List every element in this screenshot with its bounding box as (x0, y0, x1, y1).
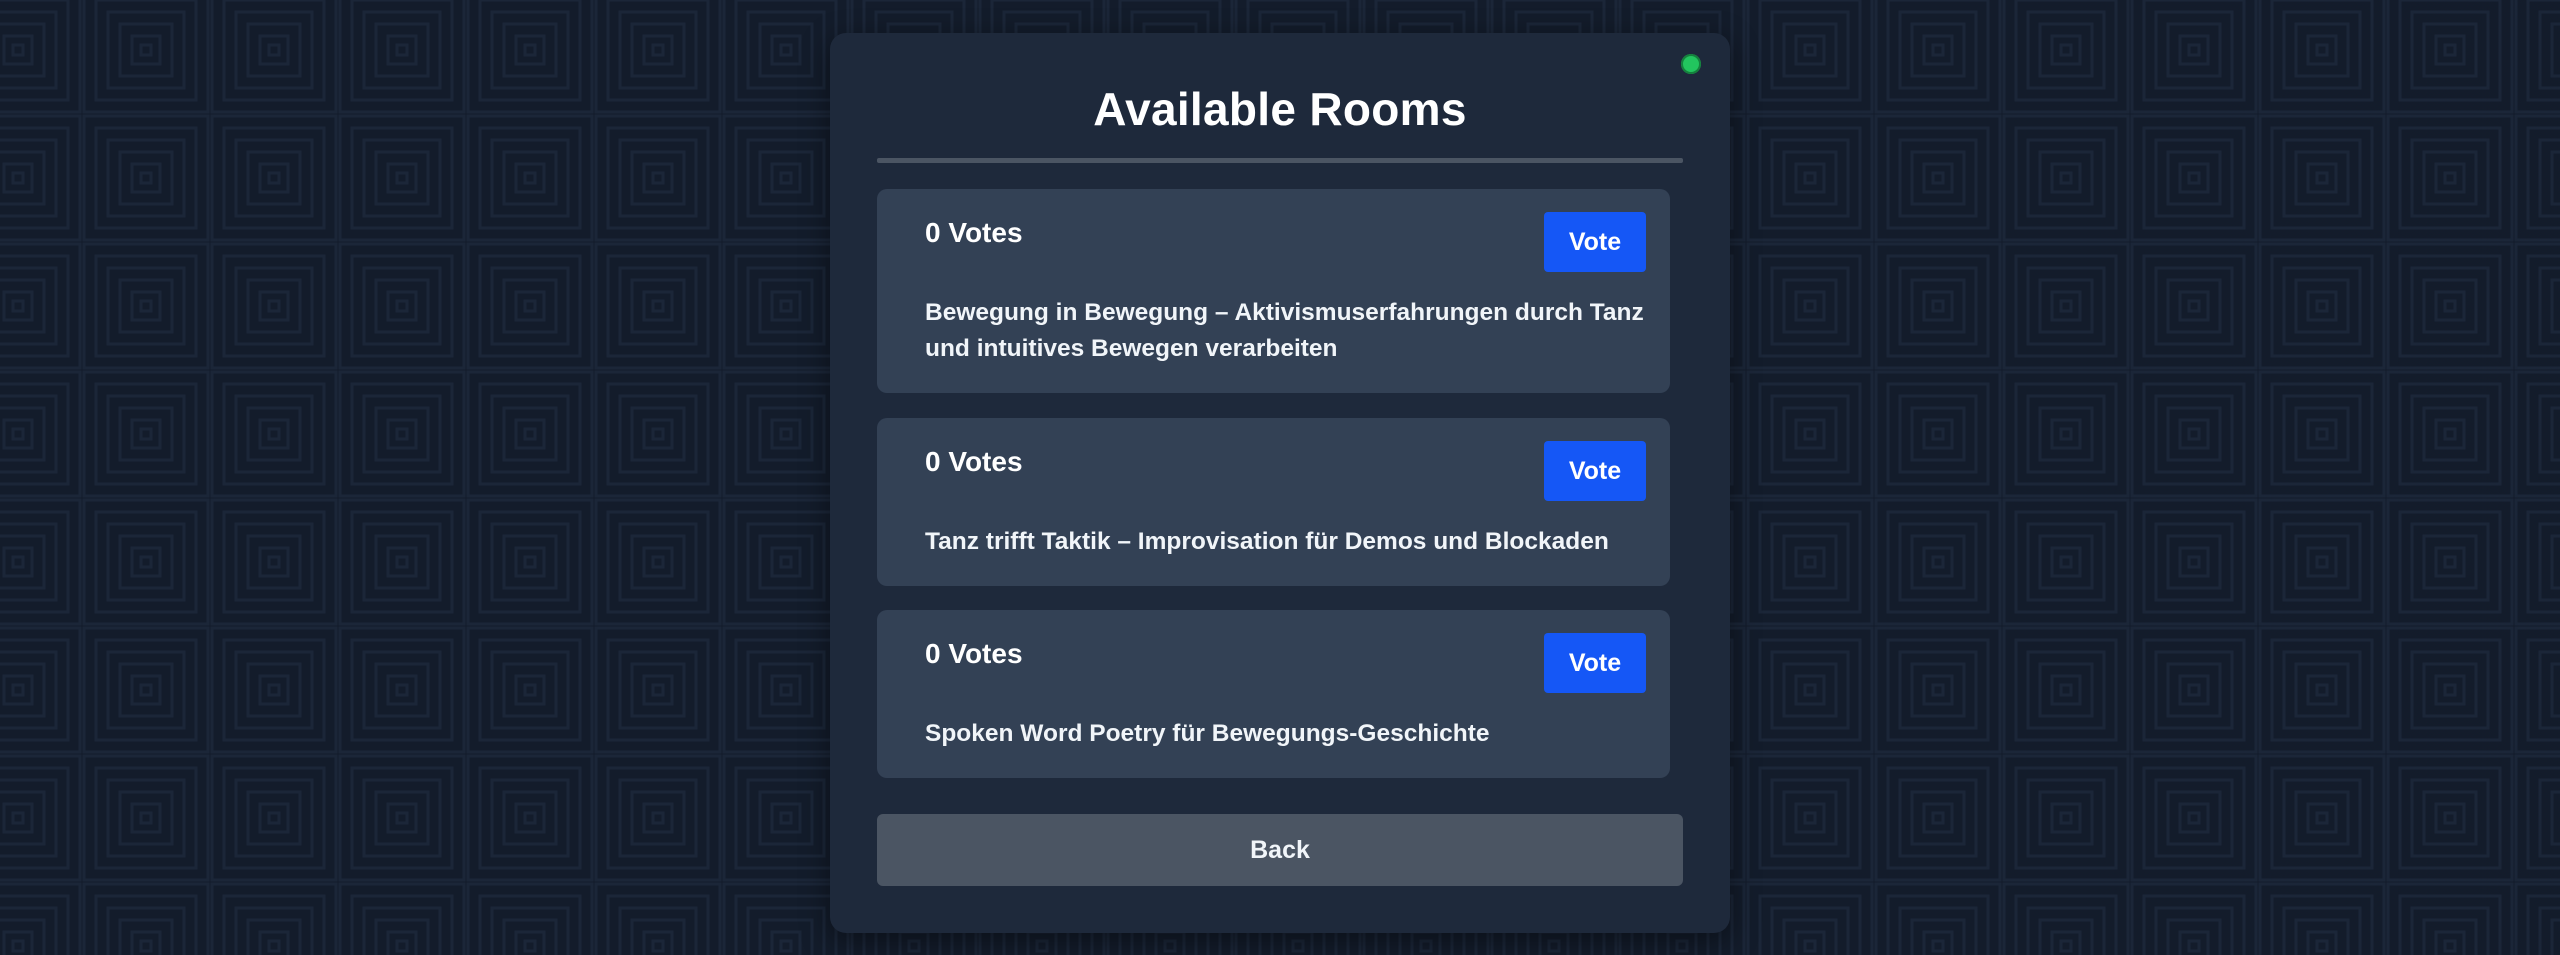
room-card: 0 Votes Vote Spoken Word Poetry für Bewe… (877, 610, 1670, 778)
vote-button[interactable]: Vote (1544, 633, 1646, 693)
vote-button[interactable]: Vote (1544, 212, 1646, 272)
connection-status-indicator (1681, 54, 1701, 74)
room-vote-count: 0 Votes (925, 446, 1023, 477)
title-divider (877, 158, 1683, 163)
rooms-panel: Available Rooms 0 Votes Vote Bewegung in… (830, 33, 1730, 933)
room-vote-count: 0 Votes (925, 217, 1023, 248)
page-title: Available Rooms (1093, 83, 1467, 135)
room-card: 0 Votes Vote Tanz trifft Taktik – Improv… (877, 418, 1670, 586)
room-vote-count: 0 Votes (925, 638, 1023, 669)
room-title: Tanz trifft Taktik – Improvisation für D… (925, 528, 1609, 555)
back-button[interactable]: Back (877, 814, 1683, 886)
room-title: Bewegung in Bewegung – Aktivismuserfahru… (925, 299, 1644, 362)
vote-button[interactable]: Vote (1544, 441, 1646, 501)
room-title: Spoken Word Poetry für Bewegungs-Geschic… (925, 720, 1490, 747)
room-card: 0 Votes Vote Bewegung in Bewegung – Akti… (877, 189, 1670, 393)
